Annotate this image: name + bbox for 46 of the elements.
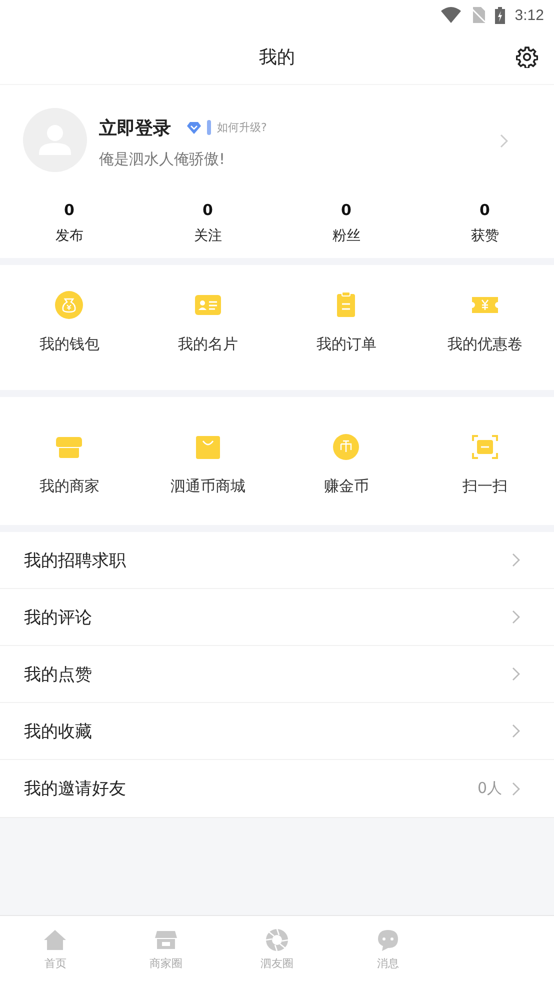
invite-count: 0人 [477, 779, 502, 798]
profile-motto: 俺是泗水人俺骄傲! [99, 150, 226, 168]
chevron-icon[interactable] [512, 553, 520, 567]
money-bag-icon[interactable] [55, 291, 84, 319]
level-bar [207, 120, 211, 135]
aperture-icon [264, 928, 289, 952]
stat-label[interactable]: 发布 [55, 226, 84, 244]
clock: 3:12 [514, 6, 544, 24]
list-item[interactable]: 我的招聘求职 [24, 548, 126, 572]
menu-item[interactable]: 泗通币商城 [170, 477, 246, 496]
shopping-bag-icon[interactable] [194, 433, 222, 461]
settings-icon[interactable] [516, 46, 538, 68]
menu-item[interactable]: 扫一扫 [462, 477, 508, 496]
page-title: 我的 [259, 46, 295, 69]
battery-icon [494, 6, 505, 24]
list-item[interactable]: 我的收藏 [24, 720, 92, 742]
chevron-icon[interactable] [500, 134, 508, 148]
chevron-icon[interactable] [512, 610, 520, 624]
stat-label[interactable]: 关注 [194, 226, 222, 244]
home-icon [43, 928, 68, 952]
diamond-icon [187, 122, 201, 134]
chat-icon [376, 928, 400, 952]
menu-item[interactable]: 我的钱包 [39, 335, 100, 354]
storefront-icon [154, 928, 178, 952]
menu-item[interactable]: 我的优惠卷 [447, 335, 522, 354]
menu-item[interactable]: 我的名片 [178, 335, 238, 354]
wifi-icon [440, 7, 461, 23]
scan-icon[interactable] [470, 433, 499, 461]
no-sim-icon [470, 7, 485, 23]
list-item[interactable]: 我的邀请好友 [24, 777, 126, 800]
stat-count: 0 [480, 200, 490, 218]
stat-label[interactable]: 粉丝 [332, 226, 360, 244]
list-item[interactable]: 我的评论 [24, 606, 92, 628]
list-item[interactable]: 我的点赞 [24, 662, 92, 686]
stat-label[interactable]: 获赞 [470, 226, 499, 244]
login-link[interactable]: 立即登录 [99, 116, 171, 140]
stat-count: 0 [341, 200, 352, 218]
chevron-icon[interactable] [512, 667, 520, 681]
coin-icon[interactable] [332, 433, 360, 461]
menu-item[interactable]: 我的订单 [316, 335, 376, 354]
menu-item[interactable]: 我的商家 [39, 477, 100, 496]
stat-count: 0 [202, 200, 213, 218]
chevron-icon[interactable] [512, 724, 520, 738]
menu-item[interactable]: 赚金币 [324, 477, 369, 496]
chevron-icon[interactable] [512, 782, 520, 796]
stat-count: 0 [64, 200, 74, 218]
